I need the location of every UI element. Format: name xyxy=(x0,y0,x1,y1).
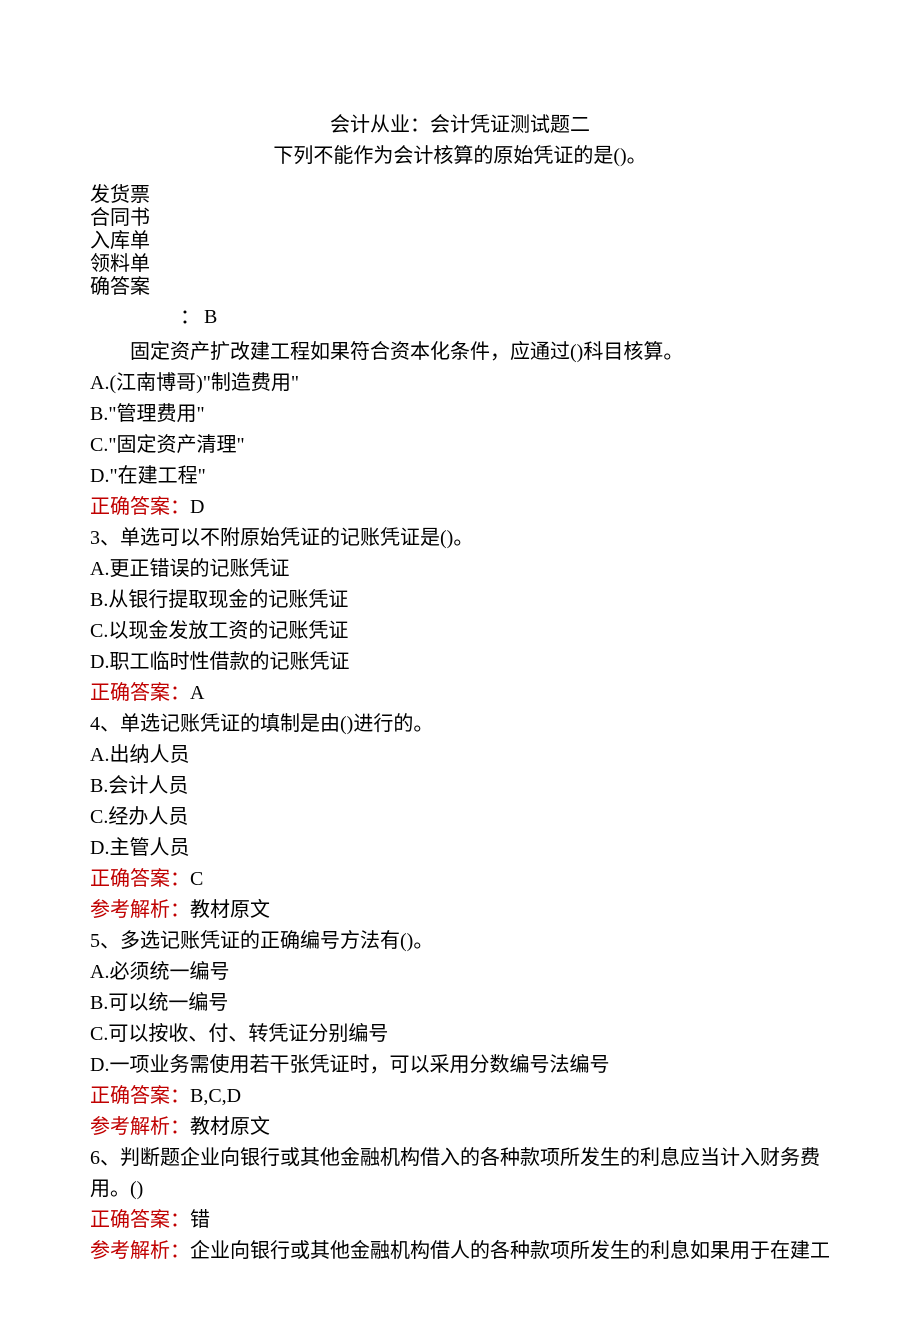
q1-answer-value: B xyxy=(204,306,217,328)
q2-opt-c: C."固定资产清理" xyxy=(90,430,830,461)
q3-opt-b: B.从银行提取现金的记账凭证 xyxy=(90,585,830,616)
q5-explanation: 参考解析：教材原文 xyxy=(90,1112,830,1143)
q5-opt-c: C.可以按收、付、转凭证分别编号 xyxy=(90,1019,830,1050)
q1-options: 发货票 合同书 入库单 领料单 确答案 xyxy=(90,184,830,299)
answer-label: 正确答案： xyxy=(90,868,190,890)
q5-opt-d: D.一项业务需使用若干张凭证时，可以采用分数编号法编号 xyxy=(90,1050,830,1081)
q2-opt-a: A.(江南博哥)"制造费用" xyxy=(90,368,830,399)
q2-opt-b: B."管理费用" xyxy=(90,399,830,430)
q5-stem: 5、多选记账凭证的正确编号方法有()。 xyxy=(90,926,830,957)
q2-answer-value: D xyxy=(190,496,204,518)
answer-label: 正确答案： xyxy=(90,1209,190,1231)
q4-answer: 正确答案：C xyxy=(90,864,830,895)
title-line-1: 会计从业：会计凭证测试题二 xyxy=(90,110,830,141)
q5-answer: 正确答案：B,C,D xyxy=(90,1081,830,1112)
q4-answer-value: C xyxy=(190,868,203,890)
q2-answer: 正确答案：D xyxy=(90,492,830,523)
q4-explanation-text: 教材原文 xyxy=(190,899,270,921)
q4-opt-c: C.经办人员 xyxy=(90,802,830,833)
q6-stem: 6、判断题企业向银行或其他金融机构借入的各种款项所发生的利息应当计入财务费用。(… xyxy=(90,1143,830,1205)
explanation-label: 参考解析： xyxy=(90,1116,190,1138)
q5-opt-a: A.必须统一编号 xyxy=(90,957,830,988)
q3-opt-a: A.更正错误的记账凭证 xyxy=(90,554,830,585)
q1-opt-2: 合同书 xyxy=(90,207,830,230)
q5-explanation-text: 教材原文 xyxy=(190,1116,270,1138)
q1-opt-1: 发货票 xyxy=(90,184,830,207)
q4-opt-a: A.出纳人员 xyxy=(90,740,830,771)
q3-opt-d: D.职工临时性借款的记账凭证 xyxy=(90,647,830,678)
title-block: 会计从业：会计凭证测试题二 下列不能作为会计核算的原始凭证的是()。 xyxy=(90,110,830,172)
q3-stem: 3、单选可以不附原始凭证的记账凭证是()。 xyxy=(90,523,830,554)
q1-opt-4: 领料单 xyxy=(90,253,830,276)
answer-label: 正确答案： xyxy=(90,1085,190,1107)
q5-opt-b: B.可以统一编号 xyxy=(90,988,830,1019)
q6-explanation-text: 企业向银行或其他金融机构借人的各种款项所发生的利息如果用于在建工 xyxy=(190,1240,830,1262)
q3-opt-c: C.以现金发放工资的记账凭证 xyxy=(90,616,830,647)
q3-answer: 正确答案：A xyxy=(90,678,830,709)
q4-explanation: 参考解析：教材原文 xyxy=(90,895,830,926)
q6-answer: 正确答案：错 xyxy=(90,1205,830,1236)
q1-opt-3: 入库单 xyxy=(90,230,830,253)
q4-stem: 4、单选记账凭证的填制是由()进行的。 xyxy=(90,709,830,740)
q3-answer-value: A xyxy=(190,682,204,704)
colon: ： xyxy=(180,306,200,328)
q4-opt-d: D.主管人员 xyxy=(90,833,830,864)
q2-intro: 固定资产扩改建工程如果符合资本化条件，应通过()科目核算。 xyxy=(90,337,830,368)
q6-answer-value: 错 xyxy=(190,1209,210,1231)
title-line-2: 下列不能作为会计核算的原始凭证的是()。 xyxy=(90,141,830,172)
q5-answer-value: B,C,D xyxy=(190,1085,241,1107)
q6-explanation: 参考解析：企业向银行或其他金融机构借人的各种款项所发生的利息如果用于在建工 xyxy=(90,1236,830,1267)
q1-answer-row: ：B xyxy=(180,303,830,331)
answer-label: 正确答案： xyxy=(90,682,190,704)
explanation-label: 参考解析： xyxy=(90,1240,190,1262)
q2-opt-d: D."在建工程" xyxy=(90,461,830,492)
explanation-label: 参考解析： xyxy=(90,899,190,921)
q4-opt-b: B.会计人员 xyxy=(90,771,830,802)
answer-label: 正确答案： xyxy=(90,496,190,518)
q1-ans-fragment: 确答案 xyxy=(90,276,830,299)
